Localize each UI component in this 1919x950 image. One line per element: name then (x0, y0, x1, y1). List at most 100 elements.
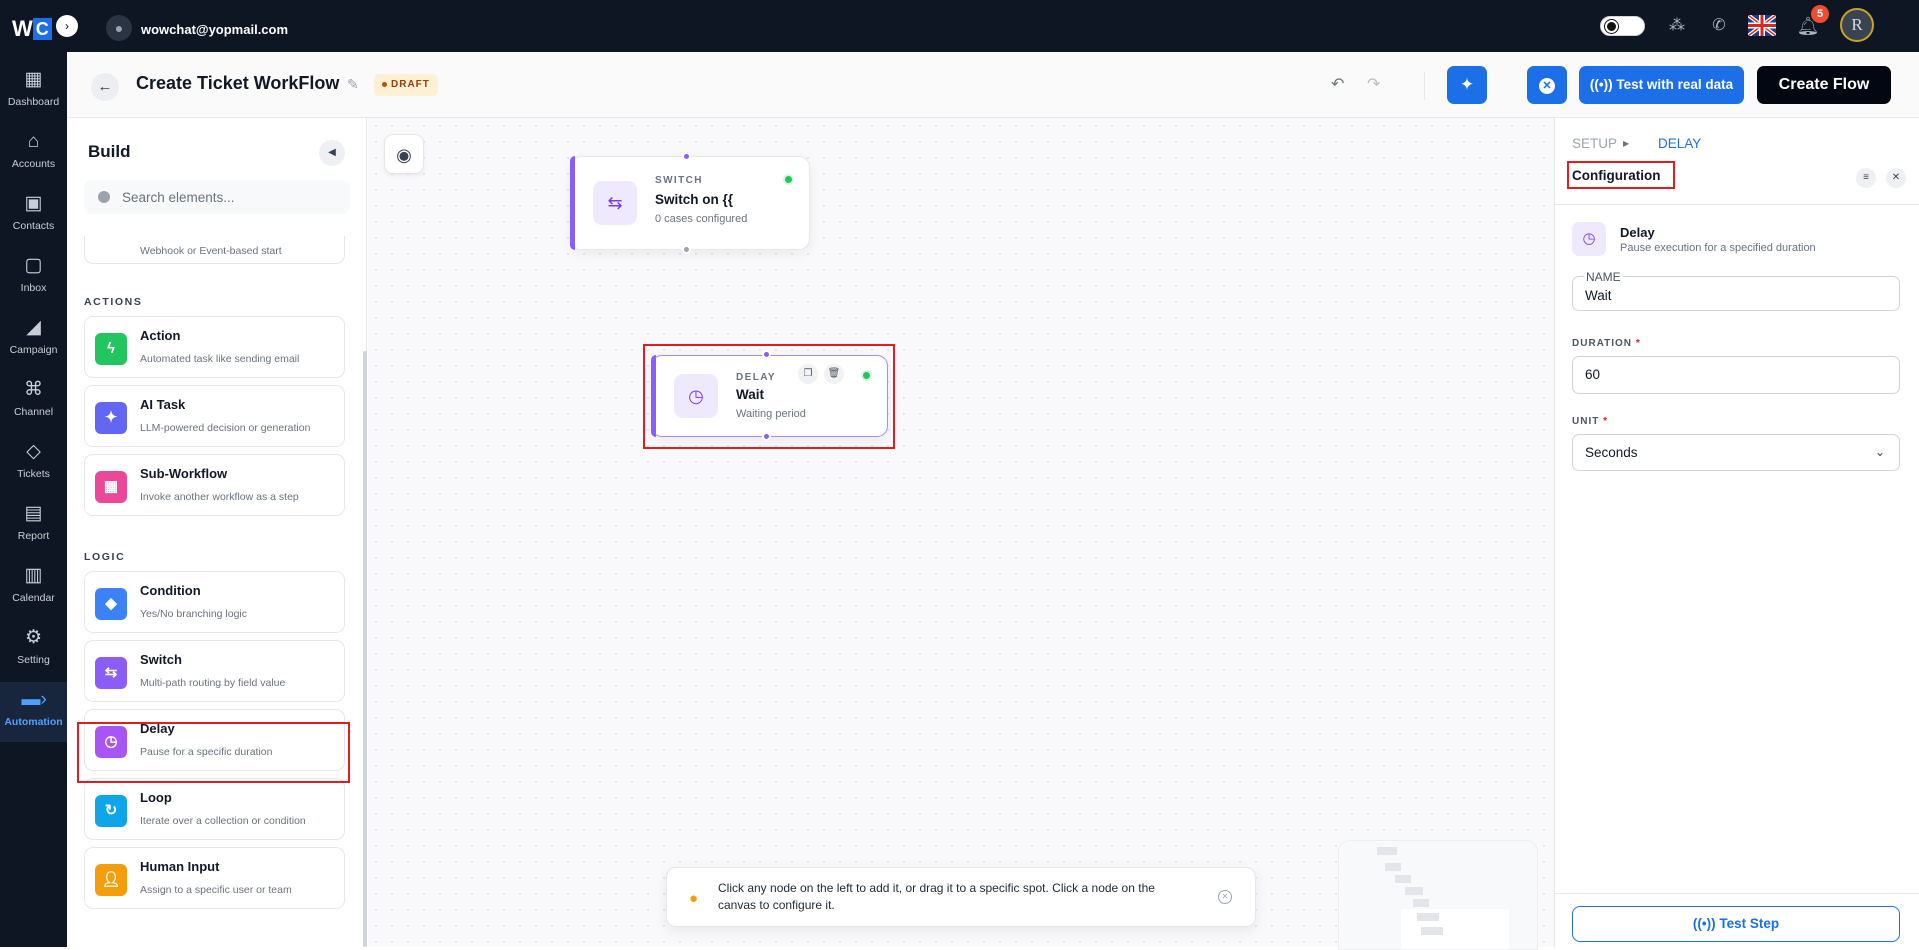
element-desc: Multi-path routing by field value (140, 677, 286, 689)
nav-automation[interactable]: ▬› Automation (0, 682, 67, 742)
nav-channel[interactable]: ⌘ Channel (0, 372, 67, 432)
nav-inbox[interactable]: ▢ Inbox (0, 248, 67, 308)
element-card-human-input[interactable]: 👤︎ Human Input Assign to a specific user… (84, 847, 345, 909)
nav-dashboard[interactable]: ▦ Dashboard (0, 62, 67, 122)
logic-section-label: LOGIC (84, 551, 126, 563)
node-status-dot (861, 370, 872, 381)
canvas-hint-toast: ● Click any node on the left to add it, … (666, 867, 1256, 927)
home-icon: ⌂ (27, 131, 40, 152)
broadcast-icon: ((•)) (1692, 916, 1720, 931)
element-name: AI Task (140, 397, 186, 412)
nav-contacts[interactable]: ▣ Contacts (0, 186, 67, 246)
close-icon: ✕ (1539, 78, 1555, 94)
configuration-title: Configuration (1572, 168, 1661, 183)
minimap-block (1421, 927, 1443, 935)
test-step-button[interactable]: ((•)) Test Step (1572, 906, 1900, 942)
uk-flag-icon[interactable] (1748, 15, 1776, 36)
duplicate-node-icon[interactable]: ❐ (798, 364, 818, 384)
database-icon[interactable]: ≡ (1856, 168, 1876, 188)
header-divider (1424, 72, 1425, 100)
canvas-minimap[interactable] (1338, 840, 1538, 950)
close-test-button[interactable]: ✕ (1527, 66, 1567, 104)
search-input[interactable] (122, 180, 342, 214)
create-flow-button[interactable]: Create Flow (1757, 66, 1891, 104)
app-logo[interactable]: W C (12, 16, 52, 42)
element-desc: Pause for a specific duration (140, 746, 273, 758)
calendar-icon: ▥ (24, 565, 43, 586)
breadcrumb-setup[interactable]: SETUP (1572, 136, 1617, 151)
edit-title-icon[interactable]: ✎ (347, 76, 359, 93)
element-desc: LLM-powered decision or generation (140, 422, 311, 434)
inbox-icon: ▢ (24, 255, 43, 276)
user-avatar-icon[interactable]: ● (106, 15, 132, 41)
close-hint-icon[interactable]: ✕ (1218, 890, 1232, 904)
duration-input[interactable]: 60 (1572, 356, 1900, 394)
name-label: NAME (1584, 270, 1623, 284)
node-desc: 0 cases configured (655, 213, 748, 225)
user-icon: 👤︎ (95, 864, 127, 896)
undo-icon[interactable]: ↶ (1331, 74, 1344, 94)
expand-nav-icon[interactable]: › (56, 15, 78, 37)
test-real-data-button[interactable]: ((•)) Test with real data (1579, 66, 1744, 104)
dashboard-icon: ▦ (24, 69, 43, 90)
element-card-delay[interactable]: ◷ Delay Pause for a specific duration (84, 709, 345, 771)
nav-label: Setting (17, 654, 50, 666)
element-name: Delay (140, 721, 175, 736)
canvas-tool-button[interactable]: ◉ (384, 134, 424, 174)
element-card-ai-task[interactable]: ✦ AI Task LLM-powered decision or genera… (84, 385, 345, 447)
back-button[interactable]: ← (91, 73, 119, 101)
unit-select[interactable]: Seconds ⌄ (1572, 434, 1900, 471)
switch-icon: ⇆ (95, 657, 127, 689)
switch-node[interactable]: ⇆ SWITCH Switch on {{ 0 cases configured (570, 152, 810, 254)
delay-node[interactable]: ◷ DELAY Wait Waiting period ❐ 🗑︎ (651, 350, 888, 441)
element-card-action[interactable]: ϟ Action Automated task like sending ema… (84, 316, 345, 378)
element-desc: Assign to a specific user or team (140, 884, 292, 896)
ai-magic-button[interactable]: ✦ (1447, 66, 1487, 104)
panel-divider (1555, 204, 1919, 205)
element-name: Condition (140, 583, 201, 598)
element-card-sub-workflow[interactable]: ▦ Sub-Workflow Invoke another workflow a… (84, 454, 345, 516)
nav-campaign[interactable]: ◢ Campaign (0, 310, 67, 370)
element-card-condition[interactable]: ◆ Condition Yes/No branching logic (84, 571, 345, 633)
element-card-loop[interactable]: ↻ Loop Iterate over a collection or cond… (84, 778, 345, 840)
breadcrumb-arrow-icon: ▶ (1623, 139, 1630, 148)
search-icon (98, 191, 110, 203)
node-accent-bar (651, 355, 656, 437)
nav-calendar[interactable]: ▥ Calendar (0, 558, 67, 618)
element-name: Switch (140, 652, 182, 667)
magic-wand-icon: ✦ (95, 402, 127, 434)
magic-wand-icon: ✦ (1459, 75, 1475, 94)
breadcrumb-delay[interactable]: DELAY (1658, 136, 1701, 151)
theme-toggle[interactable] (1600, 16, 1645, 36)
grid-icon: ▦ (95, 471, 127, 503)
element-card-switch[interactable]: ⇆ Switch Multi-path routing by field val… (84, 640, 345, 702)
phone-icon[interactable]: ✆ (1707, 14, 1731, 38)
sidebar-scrollbar[interactable] (363, 351, 367, 947)
nav-report[interactable]: ▤ Report (0, 496, 67, 556)
node-output-port[interactable] (682, 245, 691, 254)
collapse-sidebar-button[interactable]: ◀ (319, 140, 345, 166)
node-description: Pause execution for a specified duration (1620, 242, 1816, 254)
workflow-canvas[interactable]: ◉ ⇆ SWITCH Switch on {{ 0 cases configur… (368, 118, 1554, 950)
node-output-port[interactable] (762, 432, 771, 441)
unit-label: UNIT * (1572, 416, 1608, 427)
nav-tickets[interactable]: ◇ Tickets (0, 434, 67, 494)
profile-avatar[interactable]: R (1840, 8, 1874, 42)
node-status-dot (783, 174, 794, 185)
nav-accounts[interactable]: ⌂ Accounts (0, 124, 67, 184)
actions-section-label: ACTIONS (84, 296, 143, 308)
close-panel-icon[interactable]: ✕ (1886, 168, 1906, 188)
element-card-trigger[interactable]: ϟ Webhook or Event-based start (84, 236, 345, 264)
element-name: Sub-Workflow (140, 466, 228, 481)
minimap-block (1385, 863, 1401, 871)
channel-icon: ⌘ (24, 379, 43, 400)
node-input-port[interactable] (682, 152, 691, 161)
network-icon[interactable]: ⁂ (1665, 14, 1689, 38)
node-input-port[interactable] (762, 350, 771, 359)
element-name: Action (140, 328, 181, 343)
redo-icon[interactable]: ↷ (1367, 74, 1380, 94)
nav-setting[interactable]: ⚙ Setting (0, 620, 67, 680)
minimap-block (1417, 913, 1439, 921)
status-badge: DRAFT (374, 74, 438, 96)
delete-node-icon[interactable]: 🗑︎ (824, 364, 844, 384)
